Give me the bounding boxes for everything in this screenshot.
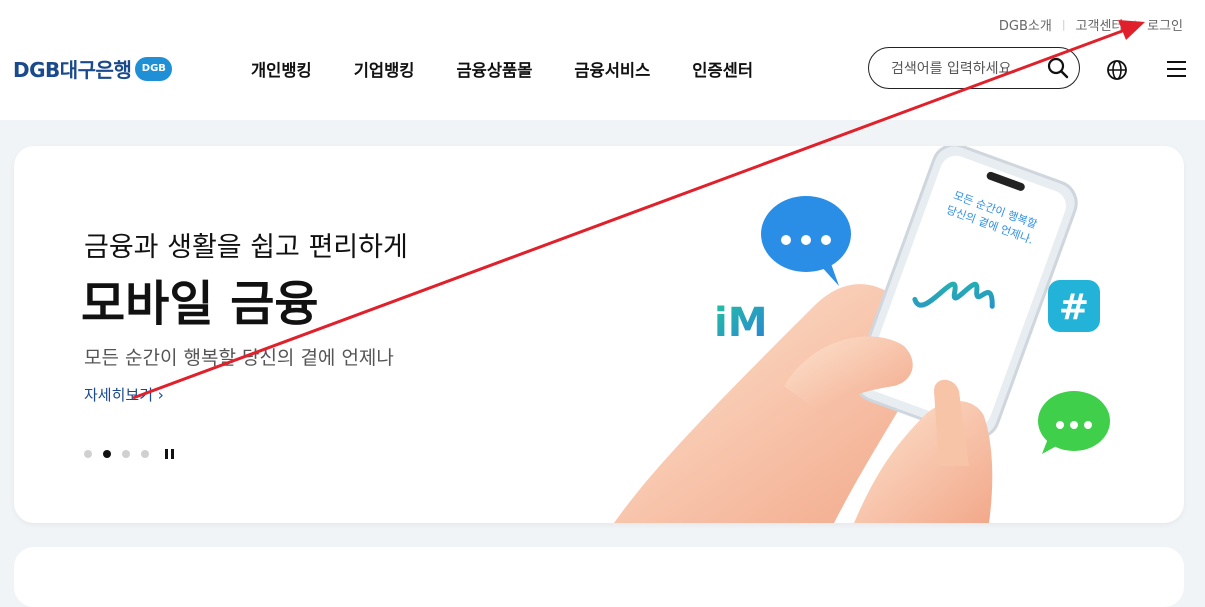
next-section-card: [14, 547, 1184, 607]
banner-description: 모든 순간이 행복할 당신의 곁에 언제나: [84, 347, 394, 369]
hamburger-menu-icon[interactable]: [1167, 60, 1187, 82]
nav-item-certificate-center[interactable]: 인증센터: [692, 57, 753, 81]
main-nav: 개인뱅킹 기업뱅킹 금융상품몰 금융서비스 인증센터: [251, 57, 795, 81]
im-logo: iM: [714, 300, 768, 346]
util-link-about[interactable]: DGB소개: [999, 15, 1052, 34]
search-box: [868, 47, 1080, 89]
banner-illustration: iM # 모든 순간이 행복할 당신의 곁에 언제나.: [614, 146, 1110, 523]
logo[interactable]: DGB대구은행 DGB: [13, 54, 173, 83]
globe-icon[interactable]: [1106, 59, 1128, 85]
nav-item-product-mall[interactable]: 금융상품몰: [456, 57, 532, 81]
util-link-login[interactable]: 로그인: [1147, 15, 1183, 34]
more-link[interactable]: 자세히보기 ›: [84, 384, 164, 405]
header: DGB소개 | 고객센터 | 로그인 DGB대구은행 DGB 개인뱅킹 기업뱅킹…: [0, 0, 1205, 120]
chat-bubble-green-icon: [1038, 391, 1110, 454]
nav-item-personal-banking[interactable]: 개인뱅킹: [251, 57, 312, 81]
svg-text:#: #: [1059, 287, 1089, 328]
search-input[interactable]: [889, 58, 1043, 80]
nav-item-corporate-banking[interactable]: 기업뱅킹: [354, 57, 415, 81]
pause-icon[interactable]: [165, 449, 174, 459]
more-link-label: 자세히보기: [84, 386, 154, 404]
slide-dot-4[interactable]: [141, 450, 149, 458]
nav-item-financial-services[interactable]: 금융서비스: [574, 57, 650, 81]
divider: |: [1061, 18, 1066, 31]
logo-text: DGB대구은행: [13, 58, 132, 82]
banner-title: 모바일 금융: [81, 276, 319, 332]
chat-bubble-blue-icon: [761, 196, 851, 286]
utility-nav: DGB소개 | 고객센터 | 로그인: [999, 15, 1183, 34]
banner-subtitle: 금융과 생활을 쉽고 편리하게: [84, 232, 408, 263]
slide-dot-1[interactable]: [84, 450, 92, 458]
slide-dot-3[interactable]: [122, 450, 130, 458]
main-banner: 금융과 생활을 쉽고 편리하게 모바일 금융 모든 순간이 행복할 당신의 곁에…: [14, 146, 1184, 523]
phone-illustration: 모든 순간이 행복할 당신의 곁에 언제나.: [853, 146, 1078, 440]
slide-indicator: [84, 449, 174, 459]
slide-dot-2-active[interactable]: [103, 450, 111, 458]
hash-app-icon: #: [1048, 280, 1100, 332]
logo-badge: DGB: [135, 56, 173, 81]
search-icon[interactable]: [1046, 56, 1070, 84]
util-link-customer-center[interactable]: 고객센터: [1076, 15, 1124, 34]
divider: |: [1133, 18, 1138, 31]
